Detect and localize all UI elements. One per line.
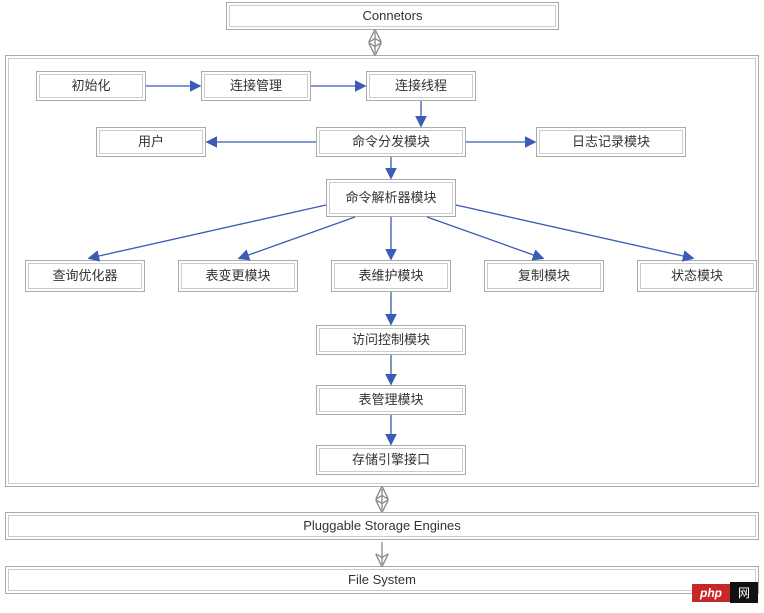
label: 用户	[138, 134, 164, 151]
node-init: 初始化	[36, 71, 146, 101]
label: 表维护模块	[358, 268, 423, 285]
label: 日志记录模块	[572, 134, 650, 151]
node-alter: 表变更模块	[178, 260, 298, 292]
node-log: 日志记录模块	[536, 127, 686, 157]
watermark-php: php	[692, 584, 730, 602]
label: 存储引擎接口	[352, 452, 430, 469]
label: Connetors	[363, 8, 423, 25]
node-pluggable: Pluggable Storage Engines	[5, 512, 759, 540]
label: 表管理模块	[358, 392, 423, 409]
label: 命令分发模块	[352, 134, 430, 151]
label: 连接线程	[395, 78, 447, 95]
node-filesystem: File System	[5, 566, 759, 594]
node-parser: 命令解析器模块	[326, 179, 456, 217]
label: 查询优化器	[52, 268, 117, 285]
node-user: 用户	[96, 127, 206, 157]
node-conn-mgmt: 连接管理	[201, 71, 311, 101]
label: 表变更模块	[205, 268, 270, 285]
label: 初始化	[71, 78, 110, 95]
label: 复制模块	[518, 268, 570, 285]
label: File System	[348, 572, 416, 589]
node-conn-thread: 连接线程	[366, 71, 476, 101]
node-replicate: 复制模块	[484, 260, 604, 292]
node-table-mgmt: 表管理模块	[316, 385, 466, 415]
label: 连接管理	[230, 78, 282, 95]
node-maintain: 表维护模块	[331, 260, 451, 292]
label: 状态模块	[671, 268, 723, 285]
watermark-text: 网	[730, 582, 758, 603]
label: 访问控制模块	[352, 332, 430, 349]
node-storage-if: 存储引擎接口	[316, 445, 466, 475]
label: Pluggable Storage Engines	[303, 518, 461, 535]
node-connectors: Connetors	[226, 2, 559, 30]
label: 命令解析器模块	[345, 190, 436, 207]
node-status: 状态模块	[637, 260, 757, 292]
node-access-ctrl: 访问控制模块	[316, 325, 466, 355]
node-optimizer: 查询优化器	[25, 260, 145, 292]
watermark: php 网	[692, 582, 758, 603]
node-dispatch: 命令分发模块	[316, 127, 466, 157]
